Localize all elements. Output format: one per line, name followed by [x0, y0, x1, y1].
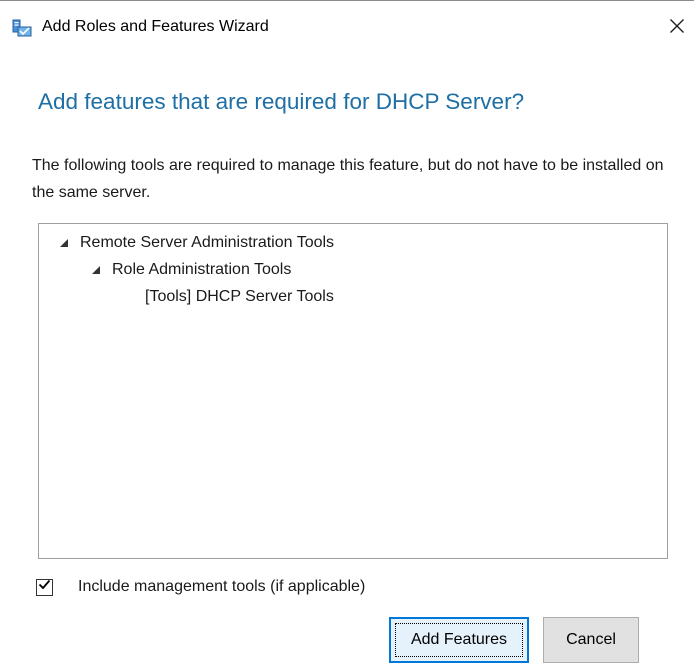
- include-management-tools[interactable]: Include management tools (if applicable): [36, 575, 365, 599]
- dialog-description: The following tools are required to mana…: [32, 157, 664, 201]
- focus-ring: [395, 623, 523, 657]
- add-features-dialog: Add Roles and Features Wizard Add featur…: [0, 0, 694, 672]
- add-features-button[interactable]: Add Features: [389, 617, 529, 663]
- server-manager-icon: [12, 19, 32, 37]
- required-features-tree[interactable]: Remote Server Administration Tools Role …: [38, 223, 668, 559]
- close-button[interactable]: [662, 11, 692, 45]
- cancel-button[interactable]: Cancel: [543, 617, 639, 663]
- window-title: Add Roles and Features Wizard: [42, 18, 269, 35]
- cancel-label: Cancel: [566, 631, 616, 648]
- tree-item-label: Role Administration Tools: [112, 261, 292, 278]
- tree-item-dhcp-server-tools[interactable]: [Tools] DHCP Server Tools: [145, 284, 334, 310]
- include-management-tools-checkbox[interactable]: [36, 578, 53, 596]
- include-management-tools-label: Include management tools (if applicable): [78, 578, 366, 595]
- title-bar: Add Roles and Features Wizard: [0, 1, 694, 51]
- tree-item-role-administration-tools[interactable]: Role Administration Tools: [89, 257, 291, 283]
- dialog-heading: Add features that are required for DHCP …: [38, 89, 525, 114]
- close-icon: [669, 18, 685, 39]
- tree-item-label: [Tools] DHCP Server Tools: [145, 288, 334, 305]
- tree-item-label: Remote Server Administration Tools: [80, 234, 335, 251]
- collapse-arrow-icon[interactable]: [89, 263, 103, 277]
- collapse-arrow-icon[interactable]: [57, 236, 71, 250]
- tree-item-remote-server-administration-tools[interactable]: Remote Server Administration Tools: [57, 230, 334, 256]
- checkmark-icon: [38, 578, 51, 596]
